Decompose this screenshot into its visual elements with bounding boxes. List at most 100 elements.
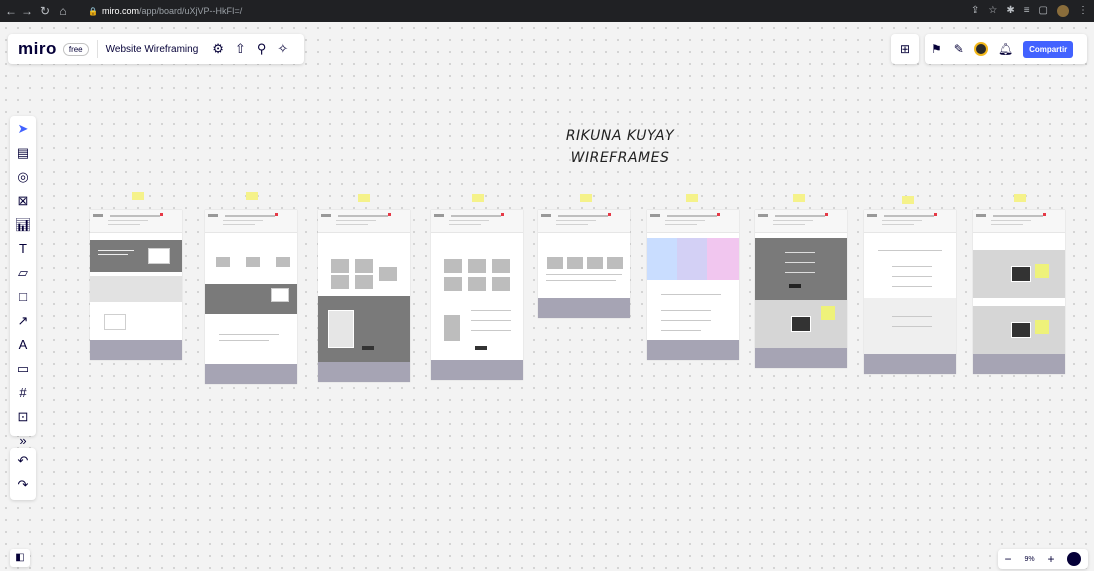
image-placeholder bbox=[378, 266, 398, 282]
frame-nav bbox=[973, 210, 1065, 233]
gear-icon[interactable]: ⚙ bbox=[212, 41, 224, 57]
upload-media-icon[interactable]: ⊡ bbox=[10, 406, 36, 428]
sticky-note[interactable] bbox=[686, 194, 698, 202]
frames-panel-icon[interactable]: ◧ bbox=[10, 549, 30, 567]
image-placeholder bbox=[606, 256, 624, 270]
share-button[interactable]: Compartir bbox=[1023, 40, 1074, 58]
image-placeholder bbox=[330, 274, 350, 290]
redo-icon[interactable]: ↷ bbox=[10, 474, 36, 496]
pen-icon[interactable]: ✎ bbox=[954, 42, 964, 56]
sticky-note[interactable] bbox=[1014, 194, 1026, 202]
help-icon[interactable]: ? bbox=[1067, 552, 1082, 566]
extension-icon[interactable]: ✱ bbox=[1006, 3, 1014, 19]
wireframe-frame[interactable] bbox=[90, 210, 182, 360]
sticky-note[interactable] bbox=[793, 194, 805, 202]
zoom-out-icon[interactable]: − bbox=[1004, 552, 1011, 566]
home-icon[interactable]: ⌂ bbox=[56, 3, 70, 19]
frame-footer bbox=[755, 348, 847, 368]
sticky-note[interactable] bbox=[902, 196, 914, 204]
connector-icon[interactable]: ↗ bbox=[10, 310, 36, 332]
undo-icon[interactable]: ↶ bbox=[10, 450, 36, 472]
divider bbox=[96, 40, 98, 58]
smart-draw-icon[interactable]: ◎ bbox=[10, 166, 36, 188]
miro-logo[interactable]: miro bbox=[18, 39, 57, 59]
image-placeholder bbox=[647, 238, 677, 280]
zoom-controls: − 9% + ? bbox=[998, 549, 1088, 569]
url-domain: miro.com bbox=[101, 6, 139, 16]
frame-x-icon[interactable]: ⊠ bbox=[10, 190, 36, 212]
sidepanel-icon[interactable]: ▢ bbox=[1039, 3, 1048, 19]
image-placeholder bbox=[546, 256, 564, 270]
image-placeholder bbox=[275, 256, 291, 268]
templates-icon[interactable]: ▤ bbox=[10, 142, 36, 164]
bell-icon[interactable]: 🔔︎ bbox=[998, 42, 1013, 56]
wireframe-frame[interactable] bbox=[755, 210, 847, 368]
reactions-icon[interactable]: ⚑ bbox=[931, 42, 942, 56]
wireframe-frame[interactable] bbox=[318, 210, 410, 382]
pen-draw-icon[interactable]: A bbox=[10, 334, 36, 356]
board-header: miro free Website Wireframing ⚙ ⇧ ⚲ ✧ bbox=[8, 34, 304, 64]
sticky-note[interactable] bbox=[472, 194, 484, 202]
frame-nav bbox=[431, 210, 523, 233]
frame-footer bbox=[538, 298, 630, 318]
frame-icon[interactable]: # bbox=[10, 382, 36, 404]
image-placeholder bbox=[443, 314, 461, 342]
wireframe-frame[interactable] bbox=[431, 210, 523, 380]
sticky-note bbox=[1035, 320, 1049, 334]
collab-box: ⚑ ✎ 🔔︎ Compartir bbox=[925, 34, 1087, 64]
url-path: /app/board/uXjVP--HkFI=/ bbox=[138, 6, 243, 16]
frame-nav bbox=[755, 210, 847, 233]
image-placeholder bbox=[443, 276, 463, 292]
select-cursor-icon[interactable]: ➤ bbox=[10, 118, 36, 140]
media-icon[interactable]: ≡ bbox=[1024, 3, 1030, 19]
wireframe-frame[interactable] bbox=[647, 210, 739, 360]
forward-icon[interactable]: → bbox=[20, 3, 34, 19]
submit-button bbox=[789, 284, 801, 288]
reload-icon[interactable]: ↻ bbox=[38, 3, 52, 19]
image-placeholder bbox=[328, 310, 354, 348]
search-icon[interactable]: ⚲ bbox=[257, 41, 267, 57]
image-placeholder bbox=[677, 238, 707, 280]
zoom-in-icon[interactable]: + bbox=[1048, 552, 1055, 566]
wireframe-frame[interactable] bbox=[205, 210, 297, 384]
wireframe-frame[interactable] bbox=[973, 210, 1065, 374]
image-placeholder bbox=[354, 274, 374, 290]
board-name[interactable]: Website Wireframing bbox=[106, 44, 199, 55]
profile-avatar[interactable] bbox=[1057, 5, 1069, 17]
address-bar[interactable]: 🔒 miro.com/app/board/uXjVP--HkFI=/ bbox=[88, 3, 242, 19]
chart-icon[interactable]: 📊︎ bbox=[10, 214, 36, 236]
collab-toolbar: ⊞ ⚑ ✎ 🔔︎ Compartir bbox=[891, 34, 1087, 64]
frame-footer bbox=[864, 354, 956, 374]
share-page-icon[interactable]: ⇪ bbox=[971, 3, 979, 19]
wireframe-frame[interactable] bbox=[538, 210, 630, 318]
back-icon[interactable]: ← bbox=[4, 3, 18, 19]
image-placeholder bbox=[566, 256, 584, 270]
sticky-note[interactable] bbox=[132, 192, 144, 200]
section bbox=[90, 276, 182, 302]
image-placeholder bbox=[791, 316, 811, 332]
frame-nav bbox=[205, 210, 297, 233]
wireframe-frame[interactable] bbox=[864, 210, 956, 374]
upload-icon[interactable]: ⇧ bbox=[235, 41, 246, 57]
text-icon[interactable]: T bbox=[10, 238, 36, 260]
sticky-note-icon[interactable]: ▱ bbox=[10, 262, 36, 284]
comment-icon[interactable]: ▭ bbox=[10, 358, 36, 380]
user-avatar[interactable] bbox=[973, 42, 988, 56]
apps-button[interactable]: ⊞ bbox=[891, 34, 919, 64]
sticky-note[interactable] bbox=[246, 192, 258, 200]
image-placeholder bbox=[245, 256, 261, 268]
sparkle-icon[interactable]: ✧ bbox=[277, 41, 288, 57]
plan-badge[interactable]: free bbox=[62, 42, 89, 56]
zoom-value[interactable]: 9% bbox=[1024, 556, 1034, 563]
frame-footer bbox=[431, 360, 523, 380]
image-placeholder bbox=[215, 256, 231, 268]
image-placeholder bbox=[104, 314, 126, 330]
sticky-note[interactable] bbox=[580, 194, 592, 202]
sticky-note[interactable] bbox=[358, 194, 370, 202]
bookmark-star-icon[interactable]: ☆ bbox=[988, 3, 997, 19]
image-placeholder bbox=[491, 276, 511, 292]
menu-icon[interactable]: ⋮ bbox=[1078, 3, 1088, 19]
shape-icon[interactable]: □ bbox=[10, 286, 36, 308]
frame-nav bbox=[90, 210, 182, 233]
board-title-line1: RIKUNA KUYAY bbox=[565, 128, 675, 144]
